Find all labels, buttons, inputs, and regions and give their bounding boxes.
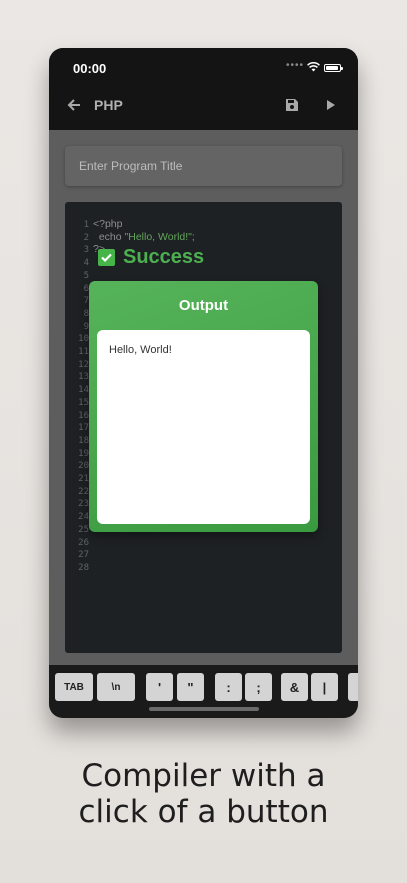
wifi-icon <box>307 62 320 72</box>
line-number: 10 <box>78 334 89 345</box>
program-title-input[interactable] <box>65 146 342 186</box>
line-number: 27 <box>78 550 89 561</box>
page-title: PHP <box>94 97 123 113</box>
code-line: <?php <box>93 218 123 230</box>
line-number: 26 <box>78 537 89 548</box>
success-label: Success <box>123 245 205 268</box>
output-dialog: Output Hello, World! <box>89 281 318 532</box>
line-number: 14 <box>78 385 89 396</box>
line-number: 7 <box>83 296 89 307</box>
line-number: 9 <box>83 321 89 332</box>
line-number: 24 <box>78 512 89 523</box>
run-icon[interactable] <box>325 98 337 112</box>
key-double-quote[interactable]: " <box>177 673 204 701</box>
line-number: 6 <box>83 283 89 294</box>
battery-icon <box>324 64 343 72</box>
key-more[interactable] <box>348 673 358 701</box>
line-number: 25 <box>78 524 89 535</box>
line-number: 4 <box>83 258 89 269</box>
save-icon[interactable] <box>285 98 299 112</box>
key-semicolon[interactable]: ; <box>245 673 272 701</box>
line-number: 5 <box>83 270 89 281</box>
line-number: 16 <box>78 410 89 421</box>
success-banner: Success <box>98 245 204 269</box>
signal-icon: •••• <box>286 60 305 71</box>
line-number-gutter: 1 2 3 4 5 6 7 8 9 10 11 12 13 14 15 16 17 18 19 20 21 22 23 24 2… <box>69 219 89 575</box>
output-box: Hello, World! <box>97 330 310 524</box>
home-indicator <box>149 707 259 711</box>
app-bar: PHP <box>49 86 358 130</box>
line-number: 8 <box>83 308 89 319</box>
key-ampersand[interactable]: & <box>281 673 308 701</box>
key-tab[interactable]: TAB <box>55 673 93 701</box>
key-pipe[interactable]: | <box>311 673 338 701</box>
line-number: 22 <box>78 486 89 497</box>
line-number: 23 <box>78 499 89 510</box>
caption-line-2: click of a button <box>78 794 329 830</box>
status-time: 00:00 <box>73 61 107 76</box>
line-number: 20 <box>78 461 89 472</box>
key-newline[interactable]: \n <box>97 673 135 701</box>
caption-line-1: Compiler with a <box>81 758 326 794</box>
line-number: 2 <box>83 232 89 243</box>
check-icon <box>98 248 115 266</box>
line-number: 1 <box>83 220 89 230</box>
symbol-keyboard-bar: TAB \n ' " : ; & | <box>49 665 358 718</box>
line-number: 19 <box>78 448 89 459</box>
back-arrow-icon[interactable] <box>67 98 81 112</box>
line-number: 3 <box>83 245 89 256</box>
line-number: 18 <box>78 435 89 446</box>
key-colon[interactable]: : <box>215 673 242 701</box>
marketing-caption: Compiler with a click of a button <box>0 758 407 830</box>
output-text: Hello, World! <box>109 344 172 356</box>
output-title: Output <box>178 297 229 314</box>
line-number: 17 <box>78 423 89 434</box>
status-bar: 00:00 •••• <box>49 48 358 86</box>
line-number: 11 <box>78 347 89 358</box>
key-single-quote[interactable]: ' <box>146 673 173 701</box>
line-number: 13 <box>78 372 89 383</box>
line-number: 21 <box>78 474 89 485</box>
line-number: 15 <box>78 397 89 408</box>
line-number: 12 <box>78 359 89 370</box>
line-number: 28 <box>78 562 89 573</box>
code-line: echo "Hello, World!"; <box>93 230 195 243</box>
program-title-field[interactable] <box>65 146 342 186</box>
